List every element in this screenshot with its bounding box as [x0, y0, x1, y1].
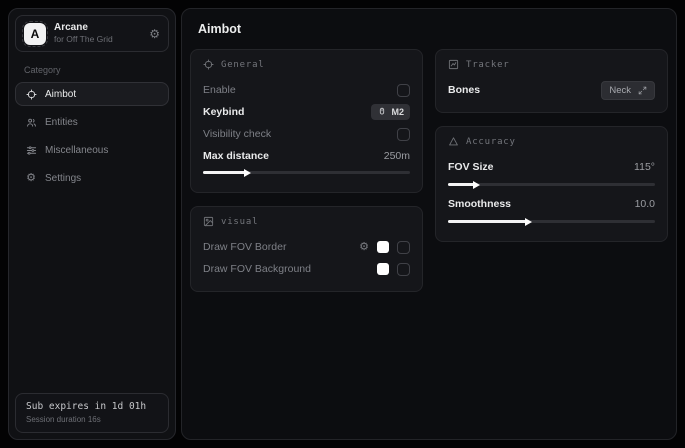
gear-icon[interactable]: ⚙ — [149, 28, 160, 40]
max-distance-label: Max distance — [203, 150, 269, 162]
sidebar-item-entities[interactable]: Entities — [15, 110, 169, 134]
draw-fov-background-checkbox[interactable] — [397, 263, 410, 276]
draw-fov-border-label: Draw FOV Border — [203, 241, 286, 253]
accuracy-card-header: Accuracy — [448, 136, 655, 147]
mouse-icon — [377, 107, 387, 117]
slider-fill — [203, 171, 246, 174]
slider-fill — [448, 220, 527, 223]
keybind-row: Keybind M2 — [203, 101, 410, 123]
card-title: General — [221, 60, 265, 70]
bones-label: Bones — [448, 84, 480, 96]
logo-letter: A — [31, 27, 40, 41]
enable-checkbox[interactable] — [397, 84, 410, 97]
max-distance-row: Max distance 250m — [203, 145, 410, 167]
category-label: Category — [24, 65, 160, 75]
app-subtitle: for Off The Grid — [54, 34, 141, 45]
left-column: General Enable Keybind M2 V — [190, 49, 423, 292]
draw-fov-border-row: Draw FOV Border ⚙ — [203, 236, 410, 258]
entities-icon — [25, 116, 37, 128]
sub-expires-text: Sub expires in 1d 01h — [26, 401, 158, 412]
sliders-icon — [25, 144, 37, 156]
visibility-check-checkbox[interactable] — [397, 128, 410, 141]
smoothness-row: Smoothness 10.0 — [448, 193, 655, 215]
triangle-icon — [448, 136, 459, 147]
crosshair-icon — [203, 59, 214, 70]
visibility-check-label: Visibility check — [203, 128, 271, 140]
draw-fov-border-checkbox[interactable] — [397, 241, 410, 254]
general-card-header: General — [203, 59, 410, 70]
bones-value: Neck — [609, 85, 631, 96]
fov-size-row: FOV Size 115° — [448, 156, 655, 178]
slider-thumb[interactable] — [473, 181, 480, 189]
draw-fov-border-controls: ⚙ — [359, 241, 410, 254]
accuracy-card: Accuracy FOV Size 115° Smoothness 10.0 — [435, 126, 668, 242]
brand-card: A Arcane for Off The Grid ⚙ — [15, 15, 169, 52]
slider-thumb[interactable] — [525, 218, 532, 226]
tracker-card-header: Tracker — [448, 59, 655, 70]
max-distance-slider[interactable] — [203, 171, 410, 174]
enable-row: Enable — [203, 79, 410, 101]
sidebar-item-label: Entities — [45, 117, 78, 128]
visual-card: visual Draw FOV Border ⚙ Draw FOV Backgr… — [190, 206, 423, 292]
sidebar-item-miscellaneous[interactable]: Miscellaneous — [15, 138, 169, 162]
sidebar-item-label: Settings — [45, 173, 81, 184]
max-distance-value: 250m — [384, 150, 410, 162]
app-window: A Arcane for Off The Grid ⚙ Category Aim… — [0, 0, 685, 448]
draw-fov-background-row: Draw FOV Background — [203, 258, 410, 280]
bones-row: Bones Neck — [448, 79, 655, 101]
main-panel: Aimbot General Enable Keybind — [181, 8, 677, 440]
brand-text: Arcane for Off The Grid — [54, 22, 141, 45]
gear-icon[interactable]: ⚙ — [359, 242, 369, 253]
page-title: Aimbot — [198, 22, 660, 36]
gear-icon: ⚙ — [25, 172, 37, 184]
smoothness-label: Smoothness — [448, 198, 511, 210]
card-title: visual — [221, 217, 258, 227]
right-column: Tracker Bones Neck Accuracy — [435, 49, 668, 242]
keybind-button[interactable]: M2 — [371, 104, 410, 120]
crosshair-icon — [25, 88, 37, 100]
fov-size-slider[interactable] — [448, 183, 655, 186]
smoothness-value: 10.0 — [635, 198, 655, 210]
fov-size-value: 115° — [634, 161, 655, 173]
draw-fov-background-label: Draw FOV Background — [203, 263, 311, 275]
sidebar-item-label: Miscellaneous — [45, 145, 108, 156]
card-title: Tracker — [466, 60, 510, 70]
sidebar-item-aimbot[interactable]: Aimbot — [15, 82, 169, 106]
activity-icon — [448, 59, 459, 70]
sidebar-item-label: Aimbot — [45, 89, 76, 100]
app-name: Arcane — [54, 22, 141, 34]
tracker-card: Tracker Bones Neck — [435, 49, 668, 113]
visibility-check-row: Visibility check — [203, 123, 410, 145]
card-title: Accuracy — [466, 137, 516, 147]
visual-card-header: visual — [203, 216, 410, 227]
fov-size-label: FOV Size — [448, 161, 494, 173]
keybind-label: Keybind — [203, 106, 244, 118]
enable-label: Enable — [203, 84, 236, 96]
smoothness-slider[interactable] — [448, 220, 655, 223]
keybind-value: M2 — [391, 107, 404, 117]
image-icon — [203, 216, 214, 227]
session-duration-text: Session duration 16s — [26, 415, 158, 424]
general-card: General Enable Keybind M2 V — [190, 49, 423, 193]
app-logo: A — [24, 23, 46, 45]
main-header: Aimbot — [182, 9, 676, 47]
expand-icon — [638, 86, 647, 95]
draw-fov-background-controls — [377, 263, 410, 276]
sidebar-item-settings[interactable]: ⚙ Settings — [15, 166, 169, 190]
fov-border-color-swatch[interactable] — [377, 241, 389, 253]
bones-select[interactable]: Neck — [601, 81, 655, 100]
sidebar: A Arcane for Off The Grid ⚙ Category Aim… — [8, 8, 176, 440]
slider-thumb[interactable] — [244, 169, 251, 177]
content-area: General Enable Keybind M2 V — [182, 47, 676, 300]
subscription-info: Sub expires in 1d 01h Session duration 1… — [15, 393, 169, 433]
sidebar-nav: Aimbot Entities Miscellaneous ⚙ Settings — [15, 82, 169, 190]
fov-background-color-swatch[interactable] — [377, 263, 389, 275]
slider-fill — [448, 183, 475, 186]
